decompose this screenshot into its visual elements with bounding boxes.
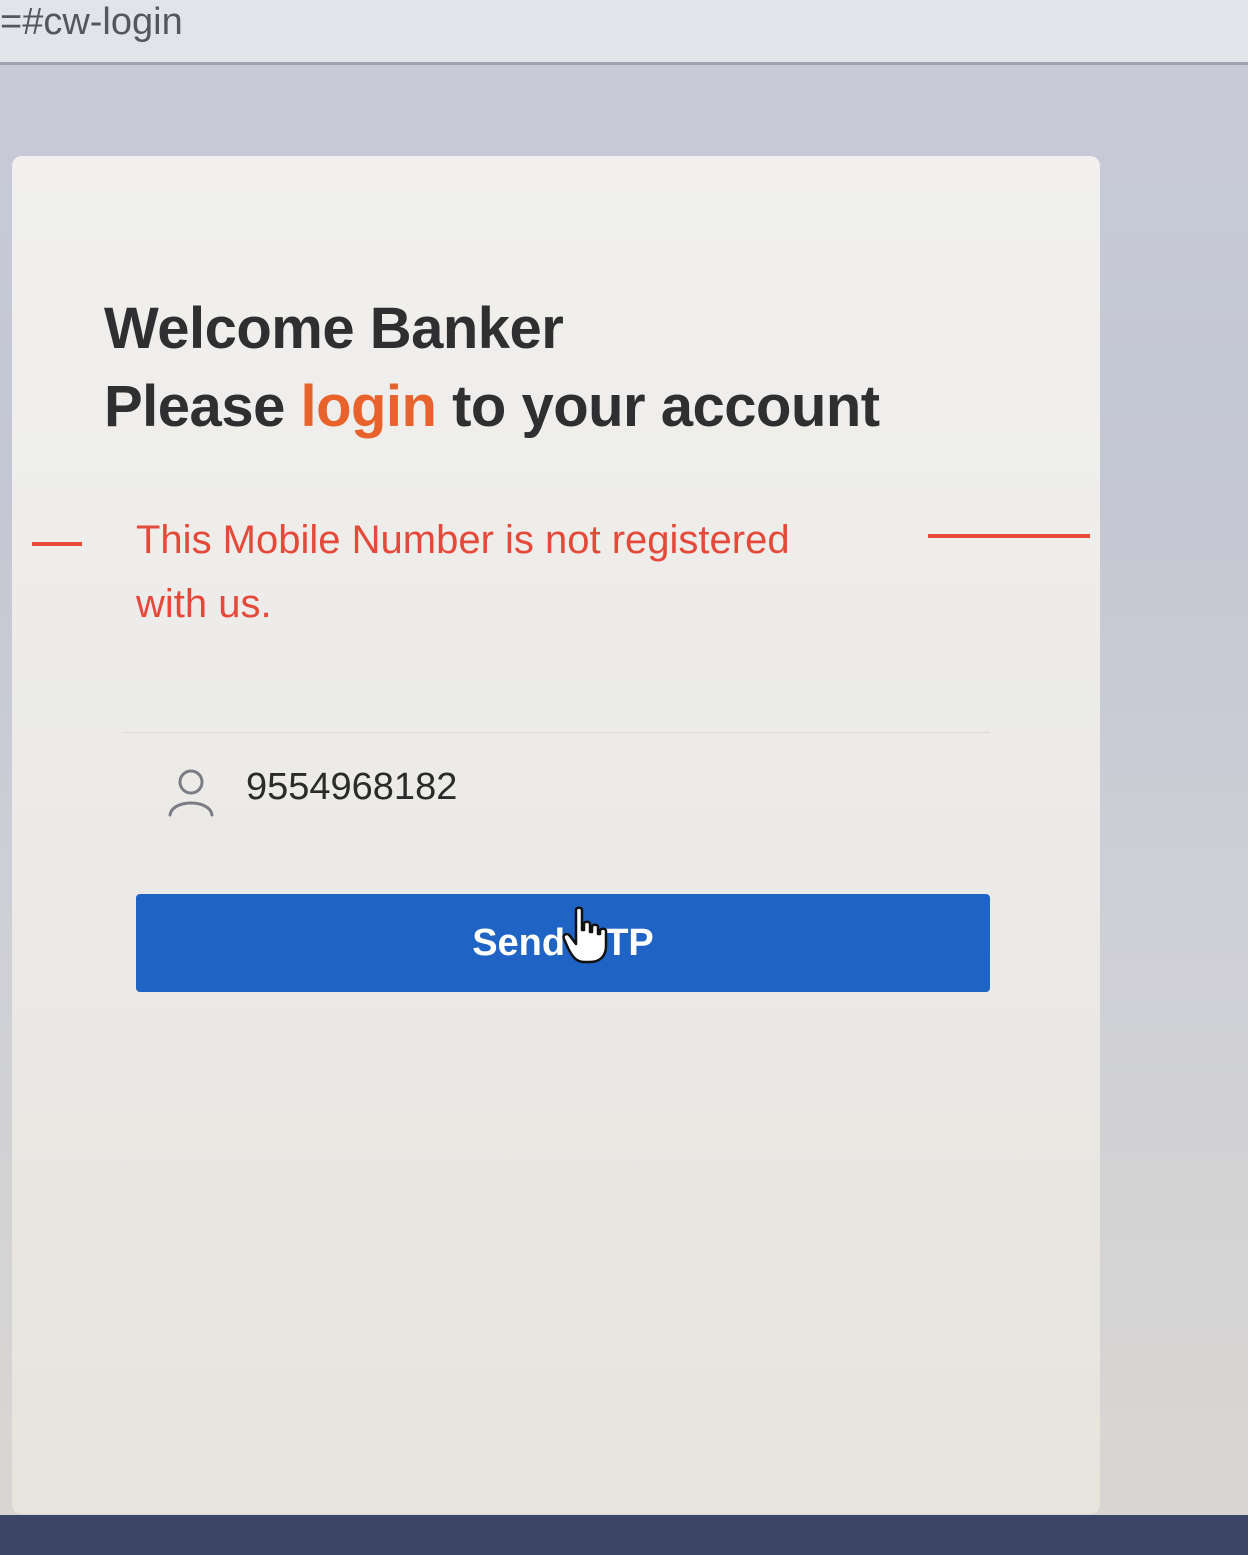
hand-cursor-icon: [562, 906, 608, 964]
subtitle-suffix: to your account: [436, 374, 880, 439]
mobile-field: [124, 732, 990, 843]
mobile-number-input[interactable]: [246, 761, 846, 813]
welcome-heading: Welcome Banker Please login to your acco…: [104, 290, 880, 446]
subtitle-login-word: login: [300, 374, 437, 439]
welcome-title: Welcome Banker: [104, 296, 564, 361]
user-icon: [168, 769, 214, 817]
error-divider-left: [32, 542, 82, 546]
error-message: This Mobile Number is not registered wit…: [136, 518, 790, 626]
screen-bottom-edge: [0, 1515, 1248, 1555]
subtitle-prefix: Please: [104, 374, 301, 439]
error-divider-right: [928, 534, 1090, 538]
browser-address-bar[interactable]: =#cw-login: [0, 0, 1248, 65]
url-text: =#cw-login: [0, 1, 183, 43]
login-subtitle: Please login to your account: [104, 368, 880, 446]
